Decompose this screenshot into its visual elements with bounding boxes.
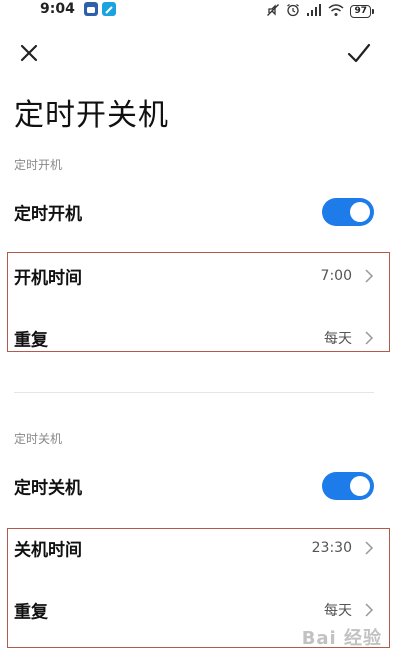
page-title: 定时开关机 <box>14 98 169 133</box>
power-off-repeat-label: 重复 <box>14 602 48 623</box>
power-off-repeat-value: 每天 <box>324 603 352 619</box>
power-on-time-label: 开机时间 <box>14 268 82 289</box>
signal-icon <box>306 2 322 21</box>
app-icon-blue <box>84 2 98 16</box>
section-divider <box>14 392 374 393</box>
power-off-time-label: 关机时间 <box>14 540 82 561</box>
power-on-repeat-row[interactable]: 重复 每天 <box>0 310 400 366</box>
chevron-right-icon <box>365 541 374 555</box>
battery-level: 97 <box>350 5 371 18</box>
power-off-toggle[interactable] <box>322 472 374 500</box>
close-button[interactable] <box>12 36 46 70</box>
toggle-knob <box>350 476 370 496</box>
chevron-right-icon <box>365 603 374 617</box>
power-on-toggle-row[interactable]: 定时开机 <box>0 184 400 240</box>
section-header-power-off: 定时关机 <box>14 432 63 446</box>
power-on-time-value: 7:00 <box>320 268 352 284</box>
power-on-toggle-label: 定时开机 <box>14 204 82 225</box>
power-off-time-row[interactable]: 关机时间 23:30 <box>0 520 400 576</box>
power-off-toggle-row[interactable]: 定时关机 <box>0 458 400 514</box>
check-icon <box>347 43 371 63</box>
toggle-knob <box>350 202 370 222</box>
confirm-button[interactable] <box>342 36 376 70</box>
status-time: 9:04 <box>40 1 75 17</box>
power-on-toggle[interactable] <box>322 198 374 226</box>
status-bar: 9:04 97 <box>0 0 400 20</box>
app-icon-teal <box>102 2 116 16</box>
alarm-icon <box>286 2 300 21</box>
close-icon <box>20 44 38 62</box>
power-on-repeat-label: 重复 <box>14 330 48 351</box>
power-on-time-row[interactable]: 开机时间 7:00 <box>0 248 400 304</box>
watermark: Bai 经验 <box>301 628 382 649</box>
mute-icon <box>266 2 280 21</box>
power-on-repeat-value: 每天 <box>324 331 352 347</box>
section-header-power-on: 定时开机 <box>14 158 63 172</box>
chevron-right-icon <box>365 269 374 283</box>
wifi-icon <box>328 2 344 21</box>
chevron-right-icon <box>365 331 374 345</box>
power-off-toggle-label: 定时关机 <box>14 478 82 499</box>
status-icons: 97 <box>266 2 374 21</box>
battery-icon: 97 <box>350 5 374 18</box>
power-off-time-value: 23:30 <box>311 540 352 556</box>
